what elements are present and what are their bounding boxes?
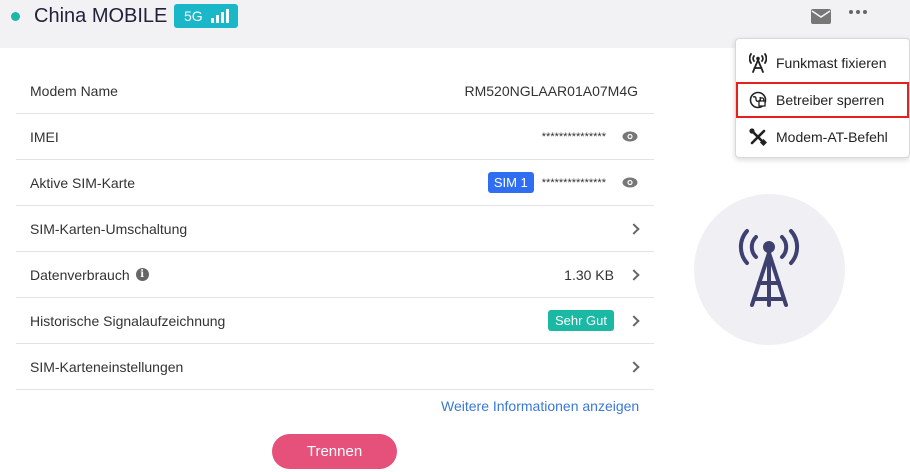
info-icon[interactable]: i bbox=[135, 268, 149, 281]
row-imei: IMEI *************** bbox=[16, 114, 654, 160]
row-data-usage[interactable]: Datenverbrauch i 1.30 KB bbox=[16, 252, 654, 298]
row-label: SIM-Karten-Umschaltung bbox=[30, 220, 188, 237]
top-bar: China MOBILE 5G bbox=[0, 0, 910, 36]
row-label: SIM-Karteneinstellungen bbox=[30, 358, 184, 375]
cell-tower-icon bbox=[738, 229, 800, 307]
menu-item-fix-tower[interactable]: Funkmast fixieren bbox=[736, 45, 909, 81]
row-active-sim: Aktive SIM-Karte SIM 1 *************** bbox=[16, 160, 654, 206]
network-type-label: 5G bbox=[184, 8, 203, 24]
more-info-link[interactable]: Weitere Informationen anzeigen bbox=[441, 398, 639, 414]
signal-bars-icon bbox=[210, 9, 229, 23]
menu-item-at-command[interactable]: Modem-AT-Befehl bbox=[736, 119, 909, 155]
eye-icon[interactable] bbox=[622, 129, 638, 145]
modem-name-value: RM520NGLAAR01A07M4G bbox=[464, 82, 638, 99]
data-usage-value: 1.30 KB bbox=[564, 266, 614, 283]
row-label: IMEI bbox=[30, 128, 59, 145]
row-modem-name: Modem Name RM520NGLAAR01A07M4G bbox=[16, 68, 654, 114]
menu-item-label: Betreiber sperren bbox=[776, 92, 885, 108]
eye-icon[interactable] bbox=[622, 175, 638, 191]
chevron-right-icon bbox=[628, 360, 640, 373]
row-label: Historische Signalaufzeichnung bbox=[30, 312, 226, 329]
network-type-badge: 5G bbox=[174, 4, 238, 28]
chevron-right-icon bbox=[628, 268, 640, 281]
connection-status-dot bbox=[11, 12, 20, 21]
more-dots-icon[interactable] bbox=[849, 10, 867, 14]
row-label: Modem Name bbox=[30, 82, 118, 99]
mail-icon[interactable] bbox=[811, 9, 831, 29]
sim-masked-value: *************** bbox=[541, 176, 606, 189]
carrier-name: China MOBILE bbox=[34, 5, 168, 27]
menu-item-label: Modem-AT-Befehl bbox=[776, 129, 888, 145]
row-label: Aktive SIM-Karte bbox=[30, 174, 136, 191]
operator-lock-icon bbox=[748, 90, 768, 110]
disconnect-button[interactable]: Trennen bbox=[272, 434, 397, 469]
imei-masked-value: *************** bbox=[541, 130, 606, 143]
row-sim-settings[interactable]: SIM-Karteneinstellungen bbox=[16, 344, 654, 390]
tools-icon bbox=[748, 127, 768, 147]
row-sim-switch[interactable]: SIM-Karten-Umschaltung bbox=[16, 206, 654, 252]
chevron-right-icon bbox=[628, 314, 640, 327]
menu-item-lock-operator[interactable]: Betreiber sperren bbox=[736, 82, 909, 118]
cell-tower-icon bbox=[748, 53, 768, 73]
row-signal-history[interactable]: Historische Signalaufzeichnung Sehr Gut bbox=[16, 298, 654, 344]
sim-slot-badge: SIM 1 bbox=[487, 172, 534, 193]
more-options-menu: Funkmast fixieren Betreiber sperren Mode… bbox=[735, 38, 910, 158]
chevron-right-icon bbox=[628, 222, 640, 235]
row-label: Datenverbrauch bbox=[30, 266, 130, 283]
menu-item-label: Funkmast fixieren bbox=[776, 55, 887, 71]
tower-illustration bbox=[694, 194, 845, 345]
signal-quality-badge: Sehr Gut bbox=[547, 310, 614, 331]
